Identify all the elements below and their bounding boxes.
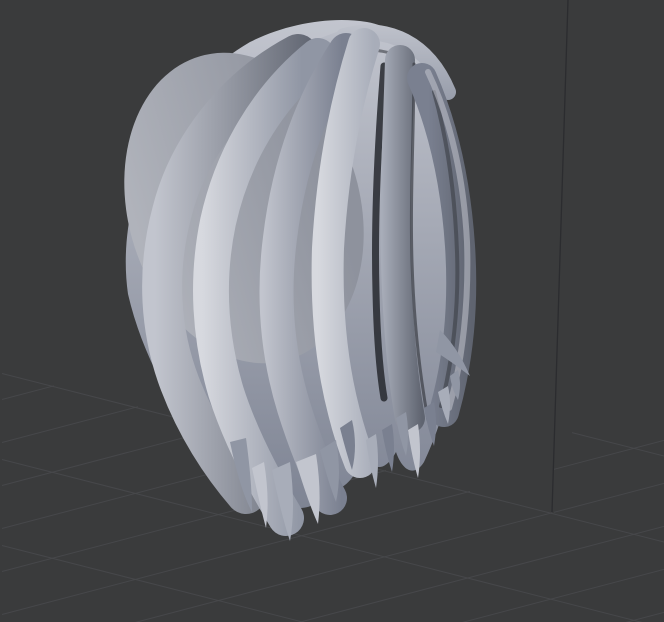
3d-viewport[interactable] [0,0,664,622]
hair-lock [380,45,425,433]
